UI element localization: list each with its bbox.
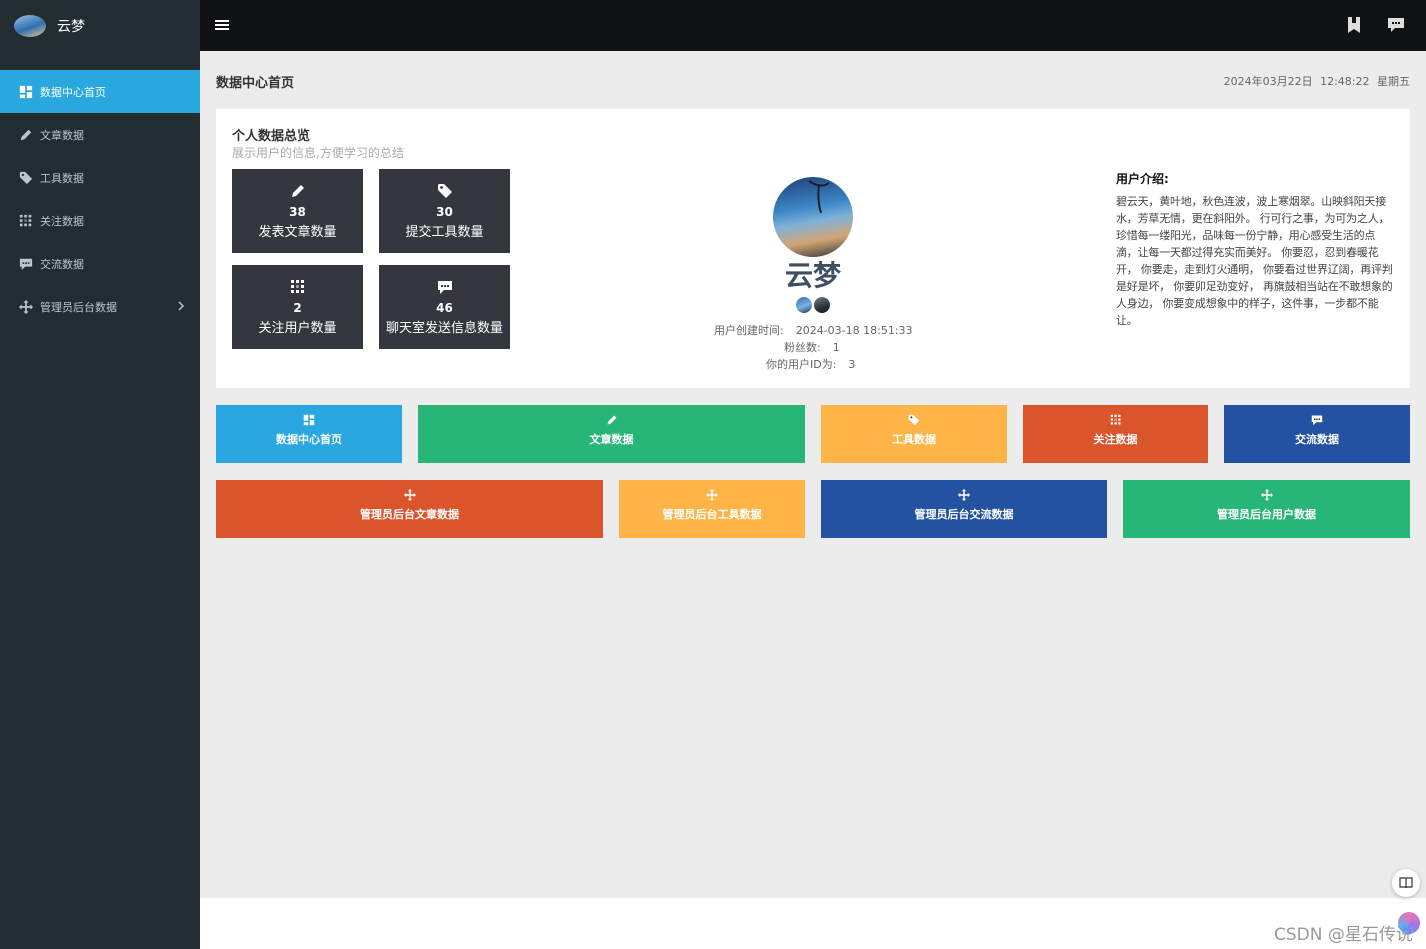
tile-label: 管理员后台文章数据 xyxy=(360,508,459,521)
created-value: 2024-03-18 18:51:33 xyxy=(795,324,913,337)
avatar-logo xyxy=(14,14,46,37)
stat-value: 38 xyxy=(289,205,306,219)
mini-avatars xyxy=(796,297,830,313)
tile-admin-articles[interactable]: 管理员后台文章数据 xyxy=(216,480,603,538)
tag-icon xyxy=(18,170,34,186)
intro-text: 碧云天，黄叶地，秋色连波，波上寒烟翠。山映斜阳天接水，芳草无情，更在斜阳外。 行… xyxy=(1116,195,1393,327)
stat-label: 聊天室发送信息数量 xyxy=(385,321,503,336)
pencil-icon xyxy=(18,127,34,143)
sidebar-item-label: 交流数据 xyxy=(40,257,84,271)
mini-avatar[interactable] xyxy=(796,297,812,313)
overview-panel: 个人数据总览 展示用户的信息,方便学习的总结 38 发表文章数量 30 提交工具… xyxy=(216,109,1410,388)
tile-label: 数据中心首页 xyxy=(276,433,342,446)
chevron-right-icon xyxy=(178,301,185,311)
stat-value: 2 xyxy=(293,301,302,315)
reader-mode-button[interactable] xyxy=(1392,869,1420,897)
bookmark-icon[interactable] xyxy=(1345,16,1363,34)
stat-value: 46 xyxy=(436,301,453,315)
created-label: 用户创建时间: xyxy=(714,324,784,337)
page-title: 数据中心首页 xyxy=(216,76,295,91)
username: 云梦 xyxy=(784,259,841,292)
move-icon xyxy=(18,299,34,315)
sidebar-nav: 数据中心首页 文章数据 工具数据 关注数据 交流数据 管理员后台数据 xyxy=(0,70,200,328)
created-time-line: 用户创建时间: 2024-03-18 18:51:33 xyxy=(714,322,913,338)
sidebar-item-chat[interactable]: 交流数据 xyxy=(0,242,200,285)
sidebar-item-label: 工具数据 xyxy=(40,171,84,185)
comment-icon[interactable] xyxy=(1387,16,1405,34)
move-icon xyxy=(958,489,970,501)
tile-label: 文章数据 xyxy=(589,433,634,446)
sidebar-item-admin[interactable]: 管理员后台数据 xyxy=(0,285,200,328)
mini-avatar[interactable] xyxy=(814,297,830,313)
uid-line: 你的用户ID为: 3 xyxy=(766,356,855,372)
hamburger-icon[interactable] xyxy=(214,17,230,33)
tile-label: 管理员后台交流数据 xyxy=(914,508,1014,521)
avatar xyxy=(773,177,853,257)
stat-label: 关注用户数量 xyxy=(258,321,337,336)
stat-card-tools[interactable]: 30 提交工具数量 xyxy=(379,169,510,253)
sidebar-item-label: 管理员后台数据 xyxy=(40,300,117,314)
tile-admin-users[interactable]: 管理员后台用户数据 xyxy=(1123,480,1410,538)
tag-icon xyxy=(437,183,453,199)
pencil-icon xyxy=(606,414,618,426)
stat-card-follows[interactable]: 2 关注用户数量 xyxy=(232,265,363,349)
brain-icon xyxy=(1398,912,1420,934)
footer xyxy=(200,898,1426,949)
sidebar-item-label: 关注数据 xyxy=(40,214,84,228)
stat-label: 发表文章数量 xyxy=(258,225,337,240)
sidebar-item-label: 数据中心首页 xyxy=(40,85,106,99)
stat-value: 30 xyxy=(436,205,453,219)
tile-admin-tools[interactable]: 管理员后台工具数据 xyxy=(619,480,805,538)
fans-line: 粉丝数: 1 xyxy=(784,339,840,355)
brand[interactable]: 云梦 xyxy=(0,0,200,51)
grid-icon xyxy=(1110,414,1122,426)
tile-tools[interactable]: 工具数据 xyxy=(821,405,1007,463)
pencil-icon xyxy=(290,183,306,199)
panel-subtitle: 展示用户的信息,方便学习的总结 xyxy=(232,146,404,160)
intro-title: 用户介绍: xyxy=(1116,172,1169,186)
tag-icon xyxy=(908,414,920,426)
dashboard-icon xyxy=(303,414,315,426)
top-bar xyxy=(200,0,1426,51)
main-content: 数据中心首页 2024年03月22日 12:48:22 星期五 个人数据总览 展… xyxy=(200,51,1426,898)
stat-card-articles[interactable]: 38 发表文章数量 xyxy=(232,169,363,253)
datetime: 2024年03月22日 12:48:22 星期五 xyxy=(1223,75,1410,88)
tile-admin-chat[interactable]: 管理员后台交流数据 xyxy=(821,480,1107,538)
tile-chat[interactable]: 交流数据 xyxy=(1224,405,1410,463)
tile-label: 关注数据 xyxy=(1093,433,1138,446)
tile-label: 管理员后台用户数据 xyxy=(1217,508,1316,521)
tile-articles[interactable]: 文章数据 xyxy=(418,405,805,463)
uid-label: 你的用户ID为: xyxy=(766,358,837,371)
brand-name: 云梦 xyxy=(57,18,85,35)
sidebar-item-dashboard[interactable]: 数据中心首页 xyxy=(0,70,200,113)
palm-leaf-graphic xyxy=(808,180,830,213)
sidebar-item-articles[interactable]: 文章数据 xyxy=(0,113,200,156)
sidebar-item-tools[interactable]: 工具数据 xyxy=(0,156,200,199)
tile-label: 交流数据 xyxy=(1295,433,1339,446)
comment-icon xyxy=(18,256,34,272)
comment-icon xyxy=(437,279,453,295)
panel-title: 个人数据总览 xyxy=(232,129,311,144)
grid-icon xyxy=(290,279,306,295)
tile-label: 工具数据 xyxy=(892,433,936,446)
grid-icon xyxy=(18,213,34,229)
dashboard-icon xyxy=(18,84,34,100)
stat-label: 提交工具数量 xyxy=(405,225,484,240)
book-icon xyxy=(1399,877,1413,889)
tile-follows[interactable]: 关注数据 xyxy=(1023,405,1208,463)
sidebar-item-follows[interactable]: 关注数据 xyxy=(0,199,200,242)
fans-label: 粉丝数: xyxy=(784,341,821,354)
move-icon xyxy=(404,489,416,501)
tile-dashboard[interactable]: 数据中心首页 xyxy=(216,405,402,463)
uid-value: 3 xyxy=(848,358,856,371)
stat-card-messages[interactable]: 46 聊天室发送信息数量 xyxy=(379,265,510,349)
move-icon xyxy=(1261,489,1273,501)
fans-value: 1 xyxy=(832,341,840,354)
watermark: CSDN @星石传说 xyxy=(1274,925,1413,945)
sidebar: 云梦 数据中心首页 文章数据 工具数据 关注数据 交流数据 管理员后台数据 xyxy=(0,0,200,949)
move-icon xyxy=(706,489,718,501)
tile-label: 管理员后台工具数据 xyxy=(662,508,762,521)
sidebar-item-label: 文章数据 xyxy=(40,128,84,142)
comment-icon xyxy=(1311,414,1323,426)
